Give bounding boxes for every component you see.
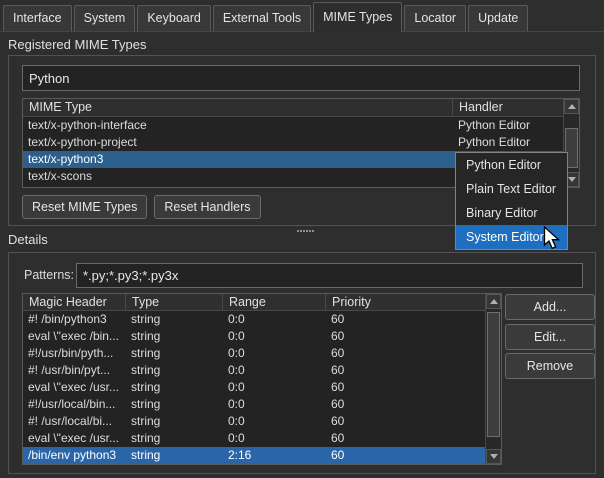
patterns-input[interactable] [76,263,583,288]
arrow-down-icon [490,454,498,459]
mime-filter-input[interactable] [22,65,580,91]
tab-mime-types[interactable]: MIME Types [313,2,402,32]
tab-update[interactable]: Update [468,5,528,31]
scroll-up-button[interactable] [564,99,579,114]
scroll-up-button[interactable] [486,294,501,309]
registered-group-label: Registered MIME Types [8,37,146,52]
magic-table-scrollbar[interactable] [485,294,501,464]
mouse-cursor-icon [543,226,562,251]
arrow-down-icon [568,177,576,182]
column-header-priority[interactable]: Priority [326,294,485,310]
options-dialog: Interface System Keyboard External Tools… [0,0,604,478]
magic-table-row[interactable]: eval \"exec /bin... string 0:0 60 [23,328,485,345]
magic-table-row[interactable]: #!/usr/bin/pyth... string 0:0 60 [23,345,485,362]
tab-bar: Interface System Keyboard External Tools… [0,0,604,32]
scroll-down-button[interactable] [486,449,501,464]
splitter-handle[interactable] [297,230,314,232]
scrollbar-track[interactable] [486,309,501,449]
arrow-up-icon [568,104,576,109]
dropdown-item-plain-text-editor[interactable]: Plain Text Editor [456,177,567,201]
mime-table-row[interactable]: text/x-python-project Python Editor [23,134,563,151]
magic-table-row[interactable]: eval \"exec /usr... string 0:0 60 [23,430,485,447]
tab-external-tools[interactable]: External Tools [213,5,311,31]
reset-handlers-button[interactable]: Reset Handlers [154,195,260,219]
remove-button[interactable]: Remove [505,353,595,379]
tab-keyboard[interactable]: Keyboard [137,5,211,31]
add-button[interactable]: Add... [505,294,595,320]
arrow-up-icon [490,299,498,304]
magic-table-header: Magic Header Type Range Priority [23,294,485,311]
magic-table-row-selected[interactable]: /bin/env python3 string 2:16 60 [23,447,485,464]
magic-table-row[interactable]: #! /usr/bin/pyt... string 0:0 60 [23,362,485,379]
tab-system[interactable]: System [74,5,136,31]
magic-table-row[interactable]: #! /usr/local/bi... string 0:0 60 [23,413,485,430]
column-header-range[interactable]: Range [223,294,326,310]
reset-mime-types-button[interactable]: Reset MIME Types [22,195,147,219]
mime-table-header: MIME Type Handler [23,99,563,117]
dropdown-item-binary-editor[interactable]: Binary Editor [456,201,567,225]
column-header-type[interactable]: Type [126,294,223,310]
column-header-magic-header[interactable]: Magic Header [23,294,126,310]
magic-header-table: Magic Header Type Range Priority #! /bin… [22,293,502,465]
details-group-label: Details [8,232,48,247]
magic-table-row[interactable]: eval \"exec /usr... string 0:0 60 [23,379,485,396]
scrollbar-thumb[interactable] [487,312,500,437]
tab-locator[interactable]: Locator [404,5,466,31]
column-header-mime-type[interactable]: MIME Type [23,99,453,116]
magic-table-row[interactable]: #!/usr/local/bin... string 0:0 60 [23,396,485,413]
mime-table-row[interactable]: text/x-python-interface Python Editor [23,117,563,134]
magic-table-row[interactable]: #! /bin/python3 string 0:0 60 [23,311,485,328]
patterns-label: Patterns: [24,263,74,288]
column-header-handler[interactable]: Handler [453,99,563,116]
edit-button[interactable]: Edit... [505,324,595,350]
dropdown-item-python-editor[interactable]: Python Editor [456,153,567,177]
tab-interface[interactable]: Interface [3,5,72,31]
